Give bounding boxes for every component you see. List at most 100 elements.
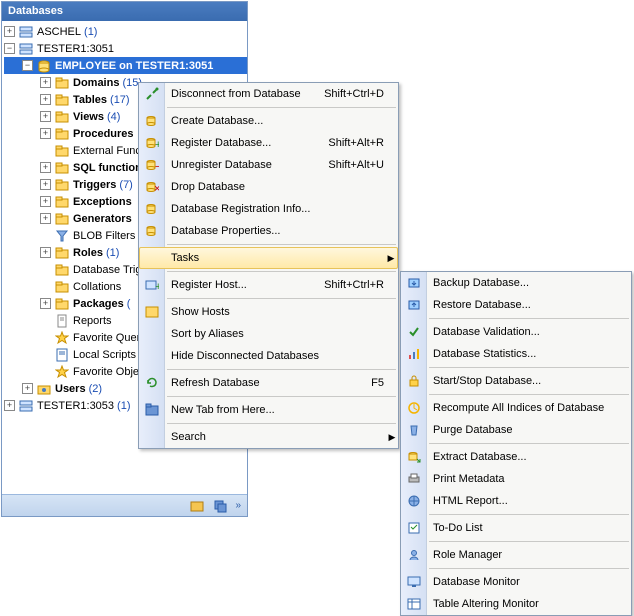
expander-icon[interactable]: + — [22, 383, 33, 394]
expander-icon[interactable]: + — [40, 162, 51, 173]
expander-icon[interactable]: + — [40, 94, 51, 105]
db-active-icon — [36, 58, 52, 74]
menu-item-label: To-Do List — [427, 522, 617, 534]
expander-icon[interactable]: + — [40, 128, 51, 139]
menu-item[interactable]: Search▶ — [139, 426, 398, 448]
expander-icon[interactable]: + — [40, 298, 51, 309]
tree-item-label: Generators — [73, 213, 132, 225]
menu-item[interactable]: Create Database... — [139, 110, 398, 132]
menu-item-label: Backup Database... — [427, 277, 617, 289]
menu-item-shortcut: Shift+Ctrl+R — [324, 279, 398, 291]
svg-text:−: − — [155, 161, 159, 172]
tasks-submenu-items: Backup Database... Restore Database... Dat… — [401, 272, 631, 615]
tree-item[interactable]: +ASCHEL(1) — [4, 23, 247, 40]
menu-item[interactable]: Disconnect from DatabaseShift+Ctrl+D — [139, 83, 398, 105]
menu-separator — [167, 396, 396, 397]
statusbar-icon-2[interactable] — [212, 498, 228, 514]
expander-icon[interactable]: + — [40, 111, 51, 122]
menu-item[interactable]: Role Manager — [401, 544, 631, 566]
menu-item-label: Tasks — [165, 252, 385, 264]
menu-item-label: Register Database... — [165, 137, 328, 149]
menu-item-label: Role Manager — [427, 549, 617, 561]
svg-text:+: + — [155, 139, 159, 150]
tree-item-label: Packages — [73, 298, 124, 310]
menu-item-label: HTML Report... — [427, 495, 617, 507]
menu-item[interactable]: ×Drop Database — [139, 176, 398, 198]
menu-item-label: Database Monitor — [427, 576, 617, 588]
menu-item-shortcut: Shift+Ctrl+D — [324, 88, 398, 100]
db-add-icon: + — [139, 132, 165, 154]
menu-item[interactable]: Database Properties... — [139, 220, 398, 242]
menu-item-label: Refresh Database — [165, 377, 371, 389]
expander-icon — [40, 332, 51, 343]
menu-item[interactable]: Restore Database... — [401, 294, 631, 316]
expander-icon[interactable]: + — [40, 247, 51, 258]
menu-item[interactable]: HTML Report... — [401, 490, 631, 512]
tree-item[interactable]: −EMPLOYEE on TESTER1:3051 — [4, 57, 247, 74]
menu-item-label: Recompute All Indices of Database — [427, 402, 617, 414]
statusbar-chevrons-icon[interactable]: » — [235, 500, 241, 511]
folder-icon — [54, 109, 70, 125]
menu-item[interactable]: To-Do List — [401, 517, 631, 539]
tree-item-label: Users — [55, 383, 86, 395]
menu-item[interactable]: Database Validation... — [401, 321, 631, 343]
menu-item-label: Show Hosts — [165, 306, 384, 318]
expander-icon[interactable]: − — [4, 43, 15, 54]
restore-icon — [401, 294, 427, 316]
menu-item[interactable]: Tasks▶ — [139, 247, 398, 269]
expander-icon — [40, 366, 51, 377]
menu-item-label: Unregister Database — [165, 159, 328, 171]
menu-item[interactable]: +Register Host...Shift+Ctrl+R — [139, 274, 398, 296]
folder-icon — [54, 177, 70, 193]
expander-icon[interactable]: + — [40, 77, 51, 88]
menu-item[interactable]: Extract Database... — [401, 446, 631, 468]
validate-icon — [401, 321, 427, 343]
menu-item[interactable]: −Unregister DatabaseShift+Alt+U — [139, 154, 398, 176]
menu-item[interactable]: Sort by Aliases — [139, 323, 398, 345]
server-icon — [18, 24, 34, 40]
svg-text:×: × — [154, 183, 159, 194]
menu-item-label: Purge Database — [427, 424, 617, 436]
tree-item-count: (4) — [107, 111, 120, 123]
menu-item[interactable]: Purge Database — [401, 419, 631, 441]
menu-item-label: Database Validation... — [427, 326, 617, 338]
table-monitor-icon — [401, 593, 427, 615]
backup-icon — [401, 272, 427, 294]
menu-item[interactable]: Database Registration Info... — [139, 198, 398, 220]
statusbar-icon-1[interactable] — [189, 498, 205, 514]
menu-item[interactable]: Backup Database... — [401, 272, 631, 294]
menu-item[interactable]: Database Statistics... — [401, 343, 631, 365]
menu-item[interactable]: New Tab from Here... — [139, 399, 398, 421]
monitor-icon — [401, 571, 427, 593]
menu-separator — [167, 107, 396, 108]
menu-item[interactable]: Hide Disconnected Databases — [139, 345, 398, 367]
host-add-icon: + — [139, 274, 165, 296]
expander-icon[interactable]: + — [40, 196, 51, 207]
menu-item[interactable]: Database Monitor — [401, 571, 631, 593]
folder-icon — [54, 160, 70, 176]
expander-icon[interactable]: + — [4, 400, 15, 411]
tasks-submenu: Backup Database... Restore Database... Dat… — [400, 271, 632, 616]
expander-icon[interactable]: + — [40, 213, 51, 224]
menu-separator — [429, 367, 629, 368]
blank-icon — [139, 426, 165, 448]
expander-icon[interactable]: + — [4, 26, 15, 37]
tree-item-label: ASCHEL — [37, 26, 81, 38]
expander-icon[interactable]: − — [22, 60, 33, 71]
menu-item[interactable]: Show Hosts — [139, 301, 398, 323]
menu-item[interactable]: Table Altering Monitor — [401, 593, 631, 615]
expander-icon — [40, 315, 51, 326]
menu-item[interactable]: Recompute All Indices of Database — [401, 397, 631, 419]
html-icon — [401, 490, 427, 512]
menu-item[interactable]: Refresh DatabaseF5 — [139, 372, 398, 394]
menu-item[interactable]: Start/Stop Database... — [401, 370, 631, 392]
tree-item[interactable]: −TESTER1:3051 — [4, 40, 247, 57]
menu-item[interactable]: +Register Database...Shift+Alt+R — [139, 132, 398, 154]
server-icon — [18, 398, 34, 414]
menu-item-label: New Tab from Here... — [165, 404, 384, 416]
menu-separator — [167, 271, 396, 272]
users-icon — [36, 381, 52, 397]
expander-icon[interactable]: + — [40, 179, 51, 190]
menu-item[interactable]: Print Metadata — [401, 468, 631, 490]
folder-icon — [54, 279, 70, 295]
